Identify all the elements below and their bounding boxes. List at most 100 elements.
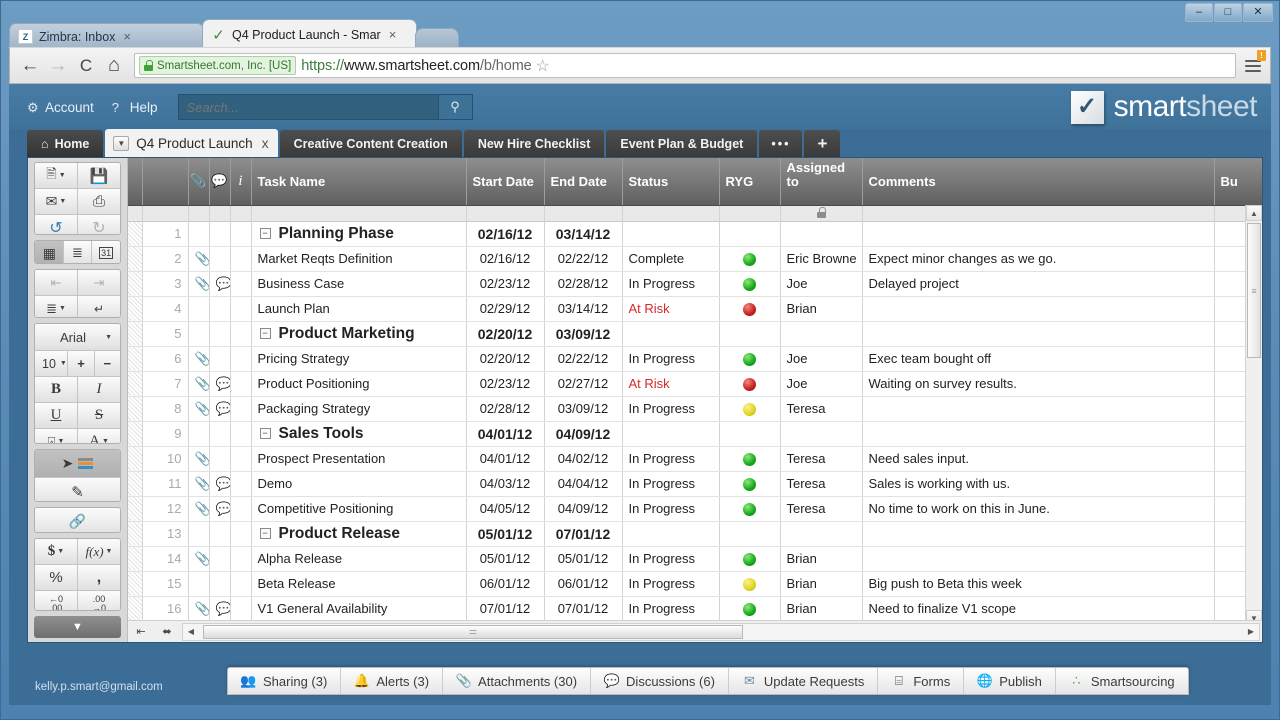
tab-q4-product-launch[interactable]: ▼ Q4 Product Launch x (105, 129, 278, 157)
attachment-indicator[interactable]: 📎 (188, 396, 210, 422)
table-row[interactable]: 12📎💬 Competitive Positioning 04/05/1204/09… (128, 496, 1262, 522)
send-email-button[interactable]: ✉ ▼ (35, 189, 77, 214)
hyperlink-button[interactable]: 🔗 (35, 507, 120, 533)
formula-button[interactable]: f(x) ▼ (77, 539, 120, 565)
ryg-cell[interactable] (719, 221, 781, 247)
end-date-cell[interactable]: 04/04/12 (544, 471, 623, 497)
strikethrough-button[interactable]: S (77, 403, 120, 429)
col-header-info[interactable]: i (230, 158, 252, 206)
assigned-to-cell[interactable]: Joe (780, 371, 863, 397)
col-header-comments-text[interactable]: Comments (862, 158, 1215, 206)
comments-cell[interactable]: Delayed project (862, 271, 1215, 297)
status-cell[interactable]: In Progress (622, 396, 720, 422)
ryg-cell[interactable] (719, 496, 781, 522)
search-icon[interactable]: ⚲ (437, 95, 472, 119)
start-date-cell[interactable]: 04/01/12 (466, 421, 545, 447)
collapse-toggle-icon[interactable]: − (259, 427, 271, 439)
assigned-to-cell[interactable] (780, 321, 863, 347)
row-hatch-handle[interactable] (128, 271, 143, 297)
forms-button[interactable]: ⌸ Forms (878, 668, 965, 694)
back-button[interactable]: ← (16, 52, 44, 80)
font-size-select[interactable]: 10 ▼ (35, 351, 68, 377)
tab-new-hire-checklist[interactable]: New Hire Checklist (463, 130, 605, 157)
ryg-ball-green[interactable] (743, 503, 756, 517)
grid-view-button[interactable]: ▦ (35, 240, 63, 264)
ryg-ball-red[interactable] (743, 378, 756, 392)
assigned-to-cell[interactable]: Brian (780, 546, 863, 572)
gantt-view-button[interactable]: ≣ (62, 240, 92, 264)
status-cell[interactable]: At Risk (622, 371, 720, 397)
table-row[interactable]: 8📎💬 Packaging Strategy 02/28/1203/09/12In … (128, 396, 1262, 422)
attachment-indicator[interactable]: 📎 (188, 596, 210, 622)
tab-overflow-button[interactable]: ••• (759, 130, 803, 157)
col-header-ryg[interactable]: RYG (719, 158, 781, 206)
table-row[interactable]: 15 Beta Release 06/01/12 06/01/12 In Progres… (128, 571, 1262, 597)
security-badge[interactable]: Smartsheet.com, Inc. [US] (139, 56, 297, 75)
row-hatch-handle[interactable] (128, 296, 143, 322)
increase-font-button[interactable]: + (67, 351, 94, 377)
vertical-scroll-thumb[interactable]: ≡ (1247, 223, 1261, 358)
table-row[interactable]: 2📎 Market Reqts Definition 02/16/1202/22/1… (128, 246, 1262, 272)
comments-cell[interactable] (862, 221, 1215, 247)
attachment-indicator[interactable]: 📎 (188, 446, 210, 472)
assigned-to-cell[interactable] (780, 521, 863, 547)
start-date-cell[interactable]: 02/29/12 (466, 296, 545, 322)
comments-cell[interactable] (862, 296, 1215, 322)
attachment-indicator[interactable]: 📎 (188, 371, 210, 397)
undo-button[interactable]: ↺ (35, 215, 77, 234)
ryg-cell[interactable] (719, 371, 781, 397)
outdent-button[interactable]: ⇤ (35, 270, 77, 296)
status-cell[interactable] (622, 221, 720, 247)
row-hatch-handle[interactable] (128, 346, 143, 372)
start-date-cell[interactable]: 04/01/12 (466, 446, 545, 472)
table-row[interactable]: 16📎💬 V1 General Availability 07/01/1207/01… (128, 596, 1262, 622)
start-date-cell[interactable]: 02/16/12 (466, 221, 545, 247)
comments-cell[interactable]: Need to finalize V1 scope (862, 596, 1215, 622)
new-tab-button[interactable] (415, 28, 459, 49)
scroll-up-button[interactable]: ▲ (1246, 205, 1262, 221)
col-header-task-name[interactable]: Task Name (251, 158, 467, 206)
start-date-cell[interactable]: 04/03/12 (466, 471, 545, 497)
ryg-ball-yellow[interactable] (743, 403, 756, 417)
comments-cell[interactable]: Waiting on survey results. (862, 371, 1215, 397)
assigned-to-cell[interactable]: Teresa (780, 446, 863, 472)
table-row[interactable]: 1− Planning Phase 02/16/12 03/14/12 (128, 221, 1262, 247)
attachment-indicator[interactable]: 📎 (188, 346, 210, 372)
table-row[interactable]: 7📎💬 Product Positioning 02/23/1202/27/12At… (128, 371, 1262, 397)
table-row[interactable]: 10📎 Prospect Presentation 04/01/1204/02/12… (128, 446, 1262, 472)
end-date-cell[interactable]: 03/09/12 (544, 321, 623, 347)
ryg-cell[interactable] (719, 271, 781, 297)
ryg-cell[interactable] (719, 571, 781, 597)
bookmark-star-icon[interactable]: ☆ (532, 56, 554, 76)
col-header-comments[interactable]: 💬 (209, 158, 231, 206)
table-row[interactable]: 13− Product Release 05/01/12 07/01/12 (128, 521, 1262, 547)
ryg-cell[interactable] (719, 346, 781, 372)
end-date-cell[interactable]: 02/22/12 (544, 246, 623, 272)
underline-button[interactable]: U (35, 403, 77, 429)
horizontal-scroll-thumb[interactable]: ⚌ (203, 624, 743, 639)
row-hatch-handle[interactable] (128, 371, 143, 397)
start-date-cell[interactable]: 06/01/12 (466, 571, 545, 597)
redo-button[interactable]: ↻ (77, 215, 120, 234)
discussions-button[interactable]: 💬 Discussions (6) (591, 668, 729, 694)
col-header-start-date[interactable]: Start Date (466, 158, 545, 206)
comments-cell[interactable]: Big push to Beta this week (862, 571, 1215, 597)
task-name-cell[interactable]: − Planning Phase (251, 221, 467, 247)
attachment-indicator[interactable]: 📎 (188, 546, 210, 572)
assigned-to-cell[interactable]: Eric Browne (780, 246, 863, 272)
col-header-assigned-to[interactable]: Assigned to (780, 158, 863, 206)
end-date-cell[interactable]: 07/01/12 (544, 596, 623, 622)
start-date-cell[interactable]: 02/20/12 (466, 321, 545, 347)
end-date-cell[interactable]: 04/02/12 (544, 446, 623, 472)
task-name-cell[interactable]: Beta Release (251, 571, 467, 597)
status-cell[interactable]: In Progress (622, 271, 720, 297)
comments-cell[interactable] (862, 421, 1215, 447)
scroll-left-button[interactable]: ◀ (183, 627, 199, 636)
task-name-cell[interactable]: Prospect Presentation (251, 446, 467, 472)
task-name-cell[interactable]: Demo (251, 471, 467, 497)
ryg-cell[interactable] (719, 546, 781, 572)
row-hatch-handle[interactable] (128, 521, 143, 547)
update-requests-button[interactable]: ✉ Update Requests (729, 668, 879, 694)
start-date-cell[interactable]: 02/16/12 (466, 246, 545, 272)
collapse-all-button[interactable]: ⇤ (128, 622, 154, 642)
